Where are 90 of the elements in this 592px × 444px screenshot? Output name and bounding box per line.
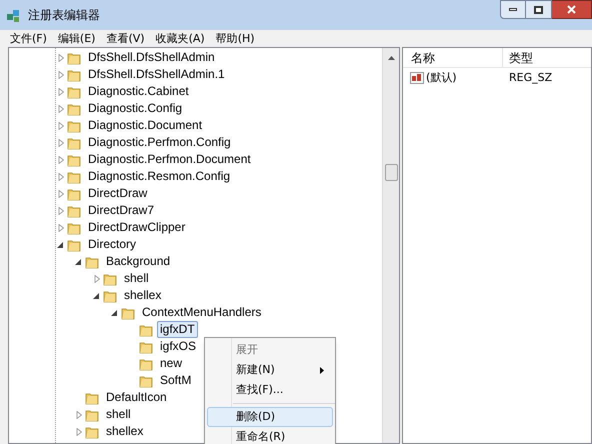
tree-item[interactable]: igfxDT	[157, 321, 198, 338]
collapsed-arrow-icon[interactable]	[57, 138, 65, 146]
tree-item[interactable]: shell	[121, 270, 152, 287]
collapsed-arrow-icon[interactable]	[57, 88, 65, 96]
tree-item[interactable]: Diagnostic.Document	[85, 117, 206, 134]
tree-item[interactable]: ContextMenuHandlers	[139, 304, 264, 321]
value-name: (默认)	[426, 70, 457, 86]
tree-item[interactable]: DefaultIcon	[103, 389, 170, 406]
collapsed-arrow-icon[interactable]	[57, 156, 65, 164]
tree-item[interactable]: Diagnostic.Perfmon.Document	[85, 151, 254, 168]
column-header[interactable]: 名称	[403, 48, 503, 67]
collapsed-arrow-icon[interactable]	[57, 70, 65, 78]
close-icon	[567, 5, 576, 14]
folder-icon	[85, 254, 99, 268]
collapsed-arrow-icon[interactable]	[57, 172, 65, 180]
folder-icon	[139, 322, 153, 336]
tree-item[interactable]: new	[157, 355, 186, 372]
maximize-icon	[534, 6, 543, 14]
folder-icon	[67, 186, 81, 200]
collapsed-arrow-icon[interactable]	[57, 224, 65, 232]
collapsed-arrow-icon[interactable]	[57, 190, 65, 198]
scroll-up-icon[interactable]	[388, 56, 394, 60]
collapsed-arrow-icon[interactable]	[75, 410, 83, 418]
menu-item[interactable]: 删除(D)	[207, 407, 333, 427]
tree-item[interactable]: DfsShell.DfsShellAdmin.1	[85, 66, 228, 83]
tree-item[interactable]: Directory	[85, 236, 140, 253]
folder-icon	[67, 118, 81, 132]
maximize-button[interactable]	[526, 0, 552, 19]
collapsed-arrow-icon[interactable]	[57, 206, 65, 214]
menu-item[interactable]: 查看(V)	[102, 31, 149, 46]
tree-item[interactable]: shell	[103, 406, 134, 423]
folder-icon	[67, 170, 81, 184]
folder-icon	[103, 272, 117, 286]
folder-icon	[67, 50, 81, 64]
tree-item[interactable]: igfxOS	[157, 338, 200, 355]
folder-icon	[139, 374, 153, 388]
expanded-arrow-icon[interactable]	[57, 240, 65, 248]
tree-item[interactable]: DirectDraw7	[85, 202, 158, 219]
tree-item[interactable]: Diagnostic.Cabinet	[85, 83, 192, 100]
collapsed-arrow-icon[interactable]	[57, 104, 65, 112]
folder-icon	[67, 84, 81, 98]
scroll-thumb[interactable]	[384, 164, 398, 181]
menu-item[interactable]: 编辑(E)	[54, 31, 100, 46]
registry-cubes-icon	[6, 7, 22, 23]
tree-item[interactable]: DfsShell.DfsShellAdmin	[85, 49, 218, 66]
tree-item[interactable]: DirectDrawClipper	[85, 219, 188, 236]
folder-icon	[139, 356, 153, 370]
folder-icon	[103, 288, 117, 302]
value-type: REG_SZ	[508, 70, 552, 86]
menu-item[interactable]: 帮助(H)	[212, 31, 259, 46]
menu-item[interactable]: 文件(F)	[6, 31, 51, 46]
menu-item[interactable]: 查找(F)...	[207, 380, 333, 400]
tree-item[interactable]: Diagnostic.Resmon.Config	[85, 168, 234, 185]
tree-item[interactable]: Diagnostic.Config	[85, 100, 186, 117]
folder-icon	[85, 390, 99, 404]
folder-icon	[67, 68, 81, 82]
folder-icon	[67, 102, 81, 116]
folder-icon	[85, 424, 99, 438]
folder-icon	[67, 204, 81, 218]
close-button[interactable]	[552, 0, 592, 19]
tree-item[interactable]: shellex	[103, 423, 146, 440]
submenu-arrow-icon	[320, 366, 324, 374]
folder-icon	[67, 152, 81, 166]
tree-item[interactable]: DirectDraw	[85, 185, 150, 202]
tree-item[interactable]: SoftM	[157, 372, 194, 389]
column-header[interactable]: 类型	[503, 48, 591, 67]
folder-icon	[121, 306, 135, 320]
tree-item[interactable]: Background	[103, 253, 174, 270]
window-title: 注册表编辑器	[28, 7, 100, 24]
minimize-button[interactable]	[500, 0, 526, 19]
folder-icon	[67, 136, 81, 150]
menu-item[interactable]: 新建(N)	[207, 360, 333, 380]
scrollbar[interactable]	[382, 48, 399, 443]
menu-item[interactable]: 重命名(R)	[207, 427, 333, 444]
folder-icon	[85, 408, 99, 422]
menu-item[interactable]: 收藏夹(A)	[152, 31, 209, 46]
tree-item[interactable]: Diagnostic.Perfmon.Config	[85, 134, 234, 151]
collapsed-arrow-icon[interactable]	[57, 54, 65, 62]
expanded-arrow-icon[interactable]	[75, 258, 83, 266]
collapsed-arrow-icon[interactable]	[93, 274, 101, 282]
string-value-icon	[410, 72, 424, 84]
folder-icon	[67, 220, 81, 234]
folder-icon	[67, 238, 81, 252]
folder-icon	[139, 340, 153, 354]
tree-item[interactable]: shellex	[121, 287, 164, 304]
collapsed-arrow-icon[interactable]	[75, 428, 83, 436]
minimize-icon	[509, 8, 517, 11]
collapsed-arrow-icon[interactable]	[57, 122, 65, 130]
expanded-arrow-icon[interactable]	[111, 308, 119, 316]
expanded-arrow-icon[interactable]	[93, 292, 101, 300]
